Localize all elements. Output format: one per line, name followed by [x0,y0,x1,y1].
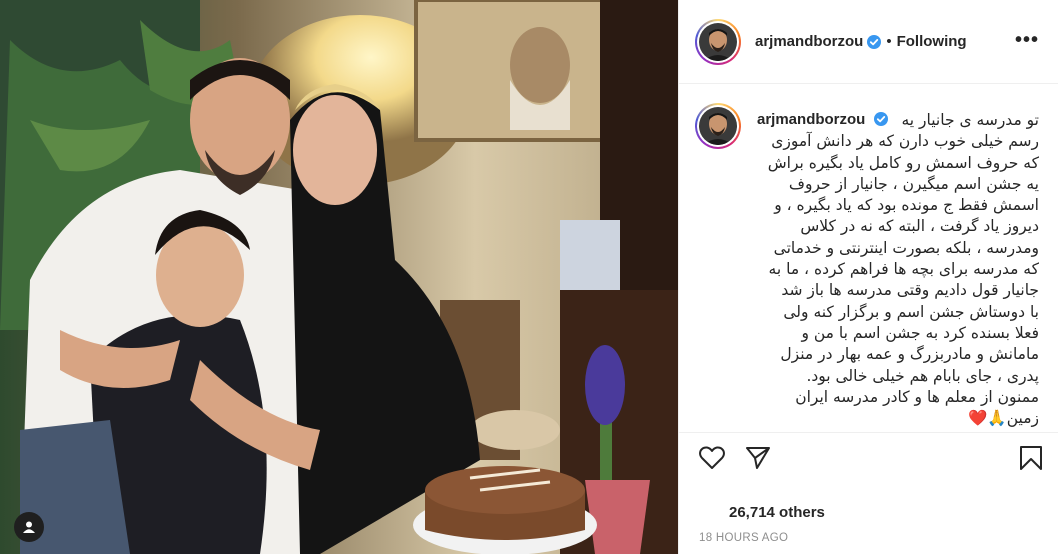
heart-icon[interactable] [699,446,725,470]
caption-line: پدری ، جای بابام هم خیلی خالی بود. [806,366,1039,385]
post-photo[interactable] [0,0,678,554]
caption-text: تو مدرسه ی جانیار یه رسم خیلی خوب دارن ک… [739,110,1039,429]
caption-line: ممنون از معلم ها و کادر مدرسه ایران [795,387,1039,406]
separator-dot: • [886,33,892,50]
likes-count[interactable]: 26,714 others [729,504,825,521]
caption-line: اسمش فقط ج مونده بود که یاد بگیره ، و [774,196,1039,215]
caption-line: ومدرسه ، بلکه بصورت اینترنتی و خدماتی [773,238,1039,257]
caption-line: تو مدرسه ی جانیار یه [901,111,1039,129]
caption-avatar[interactable] [695,103,741,149]
caption-line: زمین🙏❤️ [968,409,1039,428]
bookmark-icon[interactable] [1019,445,1043,471]
paper-plane-icon[interactable] [745,446,771,470]
caption-line: رسم خیلی خوب دارن که هر دانش آموزی [771,132,1039,151]
caption-line: یه جشن اسم میگیرن ، جانیار از حروف [788,174,1039,193]
post-header: arjmandborzou • Following ••• [679,0,1058,84]
more-options-icon[interactable]: ••• [1015,30,1039,50]
caption-line: فعلا بسنده کرد به جشن اسم با من و [801,323,1039,342]
caption-avatar-image [699,107,737,145]
verified-badge-icon [867,34,882,49]
post-timestamp[interactable]: 18 HOURS AGO [699,532,788,544]
family-photo-illustration [0,0,678,554]
caption-line: که حروف اسمش رو کامل یاد بگیره براش [767,153,1039,172]
post-details-panel: arjmandborzou • Following ••• arjmandbor… [678,0,1058,554]
username-link[interactable]: arjmandborzou [755,33,863,50]
caption-line: جانیار قول دادیم وقتی مدرسه ها باز شد [781,281,1039,300]
user-tag-icon [23,521,35,533]
user-tag-button[interactable] [14,512,44,542]
avatar-image [699,22,737,61]
avatar[interactable] [695,18,741,65]
caption-line: که مدرسه برای بچه ها فراهم کرده ، ما به [768,260,1039,279]
caption-line: مامانش و مادربزرگ و عمه بهار در منزل [780,345,1039,364]
caption-line: دیروز یاد گرفت ، البته که نه در کلاس [800,217,1039,236]
caption-line: با دوستاش جشن اسم و برگزار کنه ولی [783,302,1039,321]
following-button[interactable]: Following [897,33,967,50]
